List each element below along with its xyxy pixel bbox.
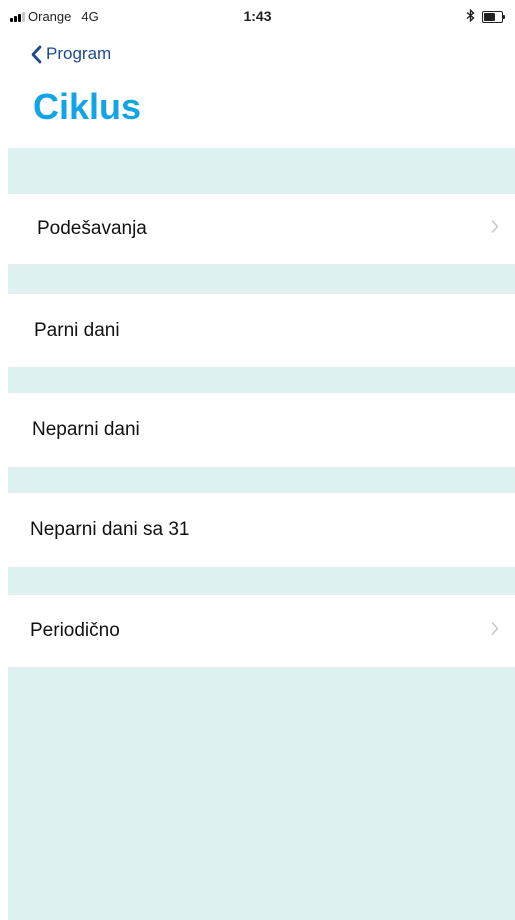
menu-item-podesavanja[interactable]: Podešavanja — [8, 193, 515, 265]
chevron-right-icon — [491, 622, 499, 641]
section-spacer — [8, 368, 515, 392]
status-right — [466, 8, 505, 24]
section-spacer — [8, 468, 515, 492]
battery-icon — [482, 10, 505, 23]
menu-item-periodicno[interactable]: Periodično — [8, 594, 515, 668]
section-spacer — [8, 148, 515, 193]
section-spacer — [8, 568, 515, 594]
menu-item-neparni-dani[interactable]: Neparni dani — [8, 392, 515, 468]
status-time: 1:43 — [243, 8, 272, 24]
back-button[interactable]: Program — [30, 44, 111, 64]
menu-item-neparni-dani-sa-31[interactable]: Neparni dani sa 31 — [8, 492, 515, 568]
menu-item-label: Neparni dani — [32, 419, 140, 440]
menu-list: Podešavanja Parni dani Neparni dani Nepa… — [8, 148, 515, 920]
bluetooth-icon — [466, 8, 475, 24]
section-spacer — [8, 265, 515, 293]
menu-item-label: Podešavanja — [37, 218, 147, 239]
chevron-right-icon — [491, 220, 499, 239]
back-button-label: Program — [46, 44, 112, 63]
chevron-left-icon — [31, 45, 42, 63]
status-bar: Orange 4G 1:43 — [0, 0, 515, 34]
menu-item-parni-dani[interactable]: Parni dani — [8, 293, 515, 368]
menu-item-label: Periodično — [30, 620, 120, 641]
page-title: Ciklus — [33, 86, 142, 127]
menu-item-label: Neparni dani sa 31 — [30, 519, 190, 540]
menu-item-label: Parni dani — [34, 319, 120, 341]
